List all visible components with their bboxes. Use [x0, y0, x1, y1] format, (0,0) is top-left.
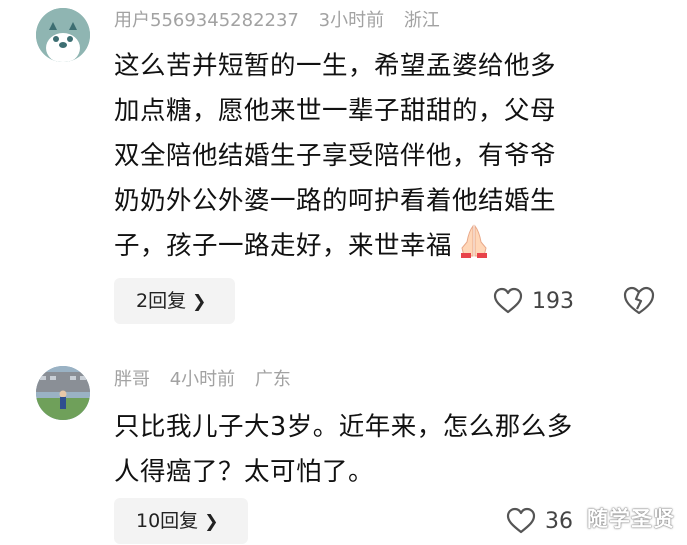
view-replies-button[interactable]: 10回复 ❯	[114, 498, 248, 544]
comment-item: 用户5569345282237 3小时前 浙江 这么苦并短暂的一生，希望孟婆给他…	[0, 0, 687, 340]
timestamp: 4小时前	[169, 369, 236, 390]
comment-line: 双全陪他结婚生子享受陪伴他，有爷爷	[114, 141, 557, 171]
folded-hands-emoji-icon	[456, 224, 492, 258]
heart-outline-icon	[493, 287, 523, 314]
comment-text: 只比我儿子大3岁。近年来，怎么那么多 人得癌了？太可怕了。	[114, 405, 674, 495]
location: 广东	[254, 369, 291, 390]
avatar[interactable]	[36, 366, 90, 420]
like-count: 36	[545, 508, 573, 534]
like-button[interactable]: 193	[493, 281, 574, 321]
broken-heart-outline-icon[interactable]	[622, 285, 656, 317]
avatar[interactable]	[36, 8, 90, 62]
comment-line-last: 子，孩子一路走好，来世幸福	[114, 224, 674, 269]
timestamp: 3小时前	[318, 10, 385, 31]
comment-line: 加点糖，愿他来世一辈子甜甜的，父母	[114, 96, 557, 126]
view-replies-button[interactable]: 2回复 ❯	[114, 278, 235, 324]
comment-text: 这么苦并短暂的一生，希望孟婆给他多 加点糖，愿他来世一辈子甜甜的，父母 双全陪他…	[114, 44, 674, 269]
comment-line: 子，孩子一路走好，来世幸福	[114, 231, 453, 261]
username[interactable]: 用户5569345282237	[114, 10, 299, 31]
comment-meta: 用户5569345282237 3小时前 浙江	[114, 9, 454, 33]
comment-line: 奶奶外公外婆一路的呵护看着他结婚生	[114, 186, 557, 216]
comment-meta: 胖哥 4小时前 广东	[114, 368, 305, 392]
avatar-cartoon-icon	[36, 8, 90, 62]
chevron-right-icon: ❯	[192, 292, 207, 312]
username[interactable]: 胖哥	[114, 369, 150, 390]
reply-count-label: 2回复	[136, 290, 187, 312]
comment-item: 胖哥 4小时前 广东 只比我儿子大3岁。近年来，怎么那么多 人得癌了？太可怕了。…	[0, 352, 687, 544]
heart-outline-icon	[506, 507, 536, 534]
comment-line: 这么苦并短暂的一生，希望孟婆给他多	[114, 51, 557, 81]
reply-count-label: 10回复	[136, 510, 199, 532]
watermark-text: 随学圣贤	[587, 507, 675, 531]
location: 浙江	[403, 10, 440, 31]
comment-line: 只比我儿子大3岁。近年来，怎么那么多	[114, 412, 573, 442]
chevron-right-icon: ❯	[204, 512, 219, 532]
comment-line: 人得癌了？太可怕了。	[114, 457, 375, 487]
like-button[interactable]: 36	[506, 501, 573, 541]
avatar-photo-icon	[36, 366, 90, 420]
like-count: 193	[532, 288, 574, 314]
